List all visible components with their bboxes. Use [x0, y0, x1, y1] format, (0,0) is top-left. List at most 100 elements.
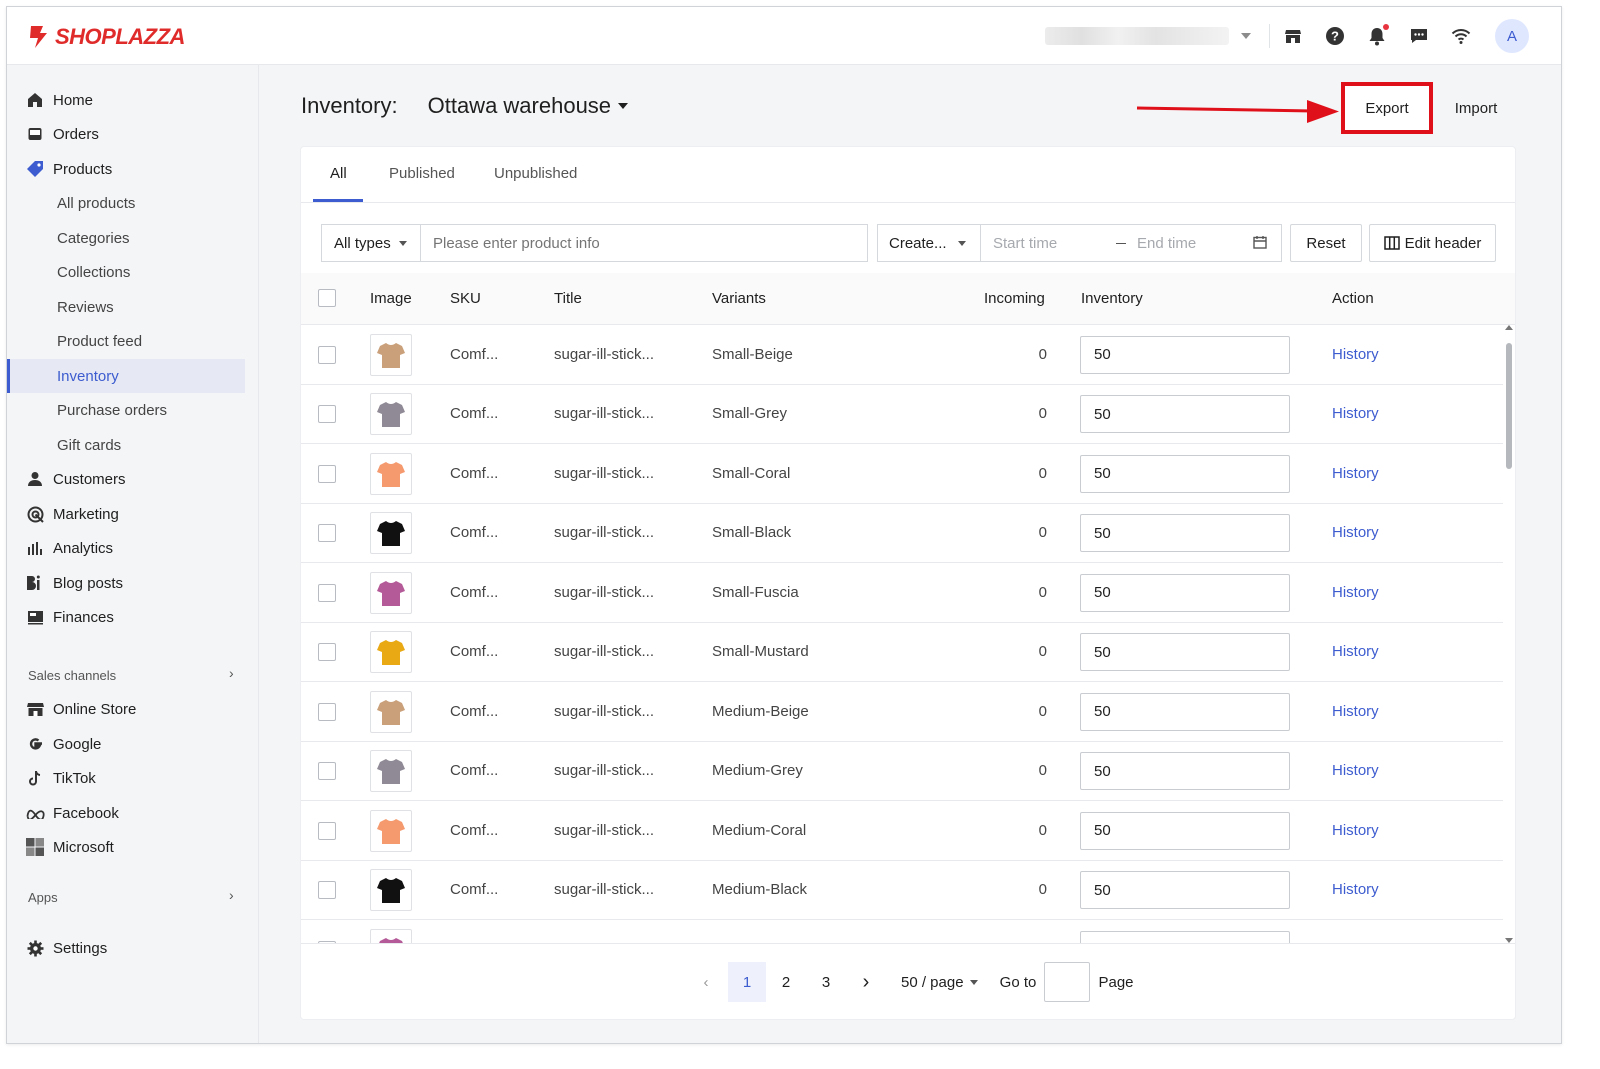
inventory-input[interactable]: [1080, 335, 1290, 374]
avatar[interactable]: A: [1495, 19, 1529, 53]
reset-button[interactable]: Reset: [1290, 224, 1362, 262]
sidebar-item-gift-cards[interactable]: Gift cards: [7, 428, 259, 462]
sidebar-item-finances[interactable]: Finances: [7, 600, 259, 634]
row-checkbox[interactable]: [318, 643, 336, 662]
sidebar-item-google[interactable]: Google: [7, 727, 259, 761]
help-icon[interactable]: ?: [1323, 24, 1347, 48]
sidebar-item-all-products[interactable]: All products: [7, 186, 259, 220]
store-selector[interactable]: [1045, 25, 1255, 47]
scroll-up-icon[interactable]: [1505, 325, 1513, 330]
edit-header-button[interactable]: Edit header: [1369, 224, 1496, 262]
next-page-icon[interactable]: ›: [847, 962, 885, 1002]
warehouse-selector[interactable]: Ottawa warehouse: [428, 93, 629, 119]
wifi-icon[interactable]: [1449, 24, 1473, 48]
product-thumbnail[interactable]: [370, 452, 412, 495]
row-checkbox[interactable]: [318, 881, 336, 900]
sidebar-item-tiktok[interactable]: TikTok: [7, 761, 259, 795]
created-select[interactable]: Create...: [877, 224, 981, 262]
history-link[interactable]: History: [1332, 762, 1379, 779]
product-thumbnail[interactable]: [370, 631, 412, 674]
sidebar-item-product-feed[interactable]: Product feed: [7, 324, 259, 358]
sidebar-item-settings[interactable]: Settings: [7, 931, 259, 965]
sidebar-item-online-store[interactable]: Online Store: [7, 692, 259, 726]
date-range-picker[interactable]: Start time End time: [980, 224, 1282, 262]
product-thumbnail[interactable]: [370, 571, 412, 614]
chevron-right-icon[interactable]: ›: [229, 665, 234, 681]
history-link[interactable]: History: [1332, 346, 1379, 363]
product-thumbnail[interactable]: [370, 869, 412, 912]
sidebar-item-categories[interactable]: Categories: [7, 221, 259, 255]
page-size-select[interactable]: 50 / page: [901, 962, 978, 1002]
history-link[interactable]: History: [1332, 822, 1379, 839]
sidebar-item-analytics[interactable]: Analytics: [7, 531, 259, 565]
row-checkbox[interactable]: [318, 464, 336, 483]
sidebar-item-marketing[interactable]: Marketing: [7, 497, 259, 531]
goto-page-input[interactable]: [1044, 962, 1090, 1002]
page-2[interactable]: 2: [767, 962, 805, 1002]
inventory-input[interactable]: [1080, 930, 1290, 943]
end-time-input[interactable]: End time: [1137, 235, 1196, 252]
page-3[interactable]: 3: [807, 962, 845, 1002]
import-button[interactable]: Import: [1441, 91, 1511, 125]
history-link[interactable]: History: [1332, 584, 1379, 601]
inventory-input[interactable]: [1080, 454, 1290, 493]
row-checkbox[interactable]: [318, 524, 336, 543]
start-time-input[interactable]: Start time: [993, 235, 1057, 252]
tab-all[interactable]: All: [330, 165, 347, 182]
sidebar-item-home[interactable]: Home: [7, 83, 259, 117]
inventory-input[interactable]: [1080, 514, 1290, 553]
row-checkbox[interactable]: [318, 583, 336, 602]
sidebar-item-products[interactable]: Products: [7, 152, 259, 186]
search-input[interactable]: [420, 224, 868, 262]
inventory-input[interactable]: [1080, 871, 1290, 910]
scrollbar-thumb[interactable]: [1506, 343, 1512, 469]
row-checkbox[interactable]: [318, 762, 336, 781]
select-all-checkbox[interactable]: [318, 289, 336, 307]
inventory-input[interactable]: [1080, 692, 1290, 731]
export-button[interactable]: Export: [1341, 82, 1433, 134]
sidebar-item-orders[interactable]: Orders: [7, 117, 259, 151]
history-link[interactable]: History: [1332, 465, 1379, 482]
history-link[interactable]: History: [1332, 881, 1379, 898]
row-checkbox[interactable]: [318, 405, 336, 424]
tab-unpublished[interactable]: Unpublished: [494, 165, 577, 182]
tab-published[interactable]: Published: [389, 165, 455, 182]
inventory-input[interactable]: [1080, 752, 1290, 791]
chevron-right-icon[interactable]: ›: [229, 887, 234, 903]
history-link[interactable]: History: [1332, 643, 1379, 660]
sidebar-item-blog-posts[interactable]: Blog posts: [7, 566, 259, 600]
history-link[interactable]: History: [1332, 405, 1379, 422]
sidebar-item-collections[interactable]: Collections: [7, 255, 259, 289]
sidebar-item-microsoft[interactable]: Microsoft: [7, 830, 259, 864]
store-icon[interactable]: [1281, 24, 1305, 48]
product-thumbnail[interactable]: [370, 809, 412, 852]
history-link[interactable]: History: [1332, 703, 1379, 720]
sidebar-item-customers[interactable]: Customers: [7, 462, 259, 496]
column-header-incoming: Incoming: [984, 290, 1045, 307]
vertical-scrollbar[interactable]: [1505, 325, 1513, 943]
sidebar-item-purchase-orders[interactable]: Purchase orders: [7, 393, 259, 427]
sidebar-item-inventory[interactable]: Inventory: [7, 359, 245, 393]
chat-icon[interactable]: [1407, 24, 1431, 48]
product-thumbnail[interactable]: [370, 393, 412, 436]
row-checkbox[interactable]: [318, 345, 336, 364]
inventory-input[interactable]: [1080, 395, 1290, 434]
sidebar-item-facebook[interactable]: Facebook: [7, 796, 259, 830]
product-thumbnail[interactable]: [370, 750, 412, 793]
inventory-input[interactable]: [1080, 633, 1290, 672]
inventory-input[interactable]: [1080, 811, 1290, 850]
row-checkbox[interactable]: [318, 702, 336, 721]
product-thumbnail[interactable]: [370, 928, 412, 943]
history-link[interactable]: History: [1332, 524, 1379, 541]
page-1[interactable]: 1: [728, 962, 766, 1002]
inventory-input[interactable]: [1080, 573, 1290, 612]
sidebar-item-reviews[interactable]: Reviews: [7, 290, 259, 324]
product-thumbnail[interactable]: [370, 333, 412, 376]
type-select[interactable]: All types: [321, 224, 421, 262]
product-thumbnail[interactable]: [370, 690, 412, 733]
product-thumbnail[interactable]: [370, 512, 412, 555]
row-checkbox[interactable]: [318, 821, 336, 840]
prev-page-icon[interactable]: ‹: [687, 962, 725, 1002]
bell-icon[interactable]: [1365, 24, 1389, 48]
logo[interactable]: SHOPLAZZA: [27, 23, 185, 51]
